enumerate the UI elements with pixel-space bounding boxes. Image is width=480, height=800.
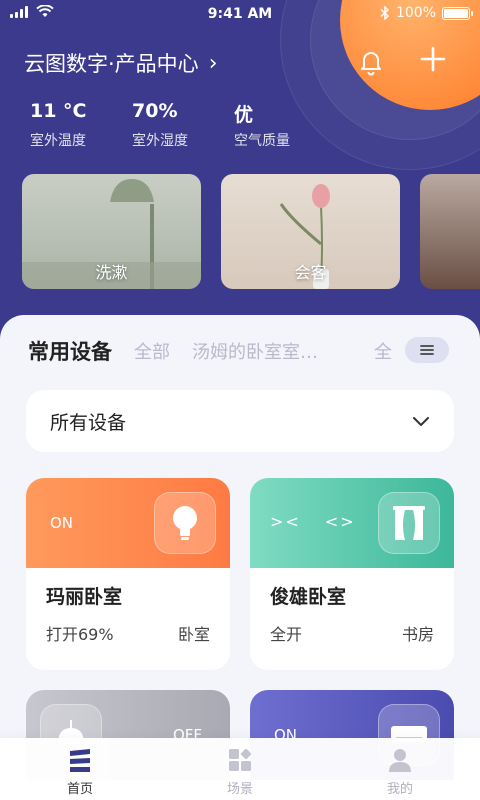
location-selector[interactable]: 云图数字·产品中心 › [24,48,218,78]
home-icon [70,749,90,772]
user-icon [389,749,411,772]
battery-icon [442,6,473,20]
bluetooth-icon [380,6,390,20]
bulb-icon [173,506,197,540]
tab-all-overflow[interactable]: 全 [374,338,392,364]
device-state: ON [50,514,74,532]
scene-carousel[interactable]: 洗漱 会客 [22,174,480,289]
device-filter-select[interactable]: 所有设备 [26,390,454,452]
chevron-right-icon: › [208,50,218,76]
nav-label: 场景 [226,782,253,797]
tabs-menu-button[interactable] [405,337,449,363]
nav-scenes[interactable]: 场景 [160,738,320,800]
weather-temperature: 11 °C 室外温度 [30,100,87,149]
scene-card-wash[interactable]: 洗漱 [22,174,201,289]
room-tabs: 常用设备 全部 汤姆的卧室室… 全 [28,336,452,366]
device-room: 书房 [401,625,434,644]
device-icon-box [378,492,440,554]
device-icon-box [154,492,216,554]
chevron-down-icon [413,417,429,426]
battery-percent: 100% [395,5,436,21]
curtain-icon [393,506,425,540]
scene-card-partial[interactable] [420,174,480,289]
weather-air-quality: 优 空气质量 [234,104,290,149]
menu-icon [420,345,434,355]
device-name: 俊雄卧室 [270,586,347,608]
nav-home[interactable]: 首页 [0,738,160,800]
scene-label: 洗漱 [95,263,128,282]
tab-all[interactable]: 全部 [134,338,170,364]
device-card[interactable]: >< <> 俊雄卧室 全开 书房 [250,478,454,670]
nav-label: 我的 [386,782,413,797]
plus-icon[interactable] [418,44,448,74]
weather-stats: 11 °C 室外温度 70% 室外湿度 优 空气质量 [30,100,336,150]
nav-label: 首页 [66,782,93,797]
scene-card-guest[interactable]: 会客 [221,174,400,289]
bottom-nav: 首页 场景 我的 [0,738,480,800]
device-status: 全开 [270,625,303,644]
weather-humidity: 70% 室外湿度 [132,100,188,149]
tab-common-devices[interactable]: 常用设备 [28,336,112,366]
device-card[interactable]: ON 玛丽卧室 打开69% 卧室 [26,478,230,670]
nav-profile[interactable]: 我的 [320,738,480,800]
device-status: 打开69% [46,625,114,644]
close-curtain-icon[interactable]: >< [270,512,301,531]
tab-tom-bedroom[interactable]: 汤姆的卧室室… [192,338,318,364]
bell-icon[interactable] [358,48,384,76]
device-room: 卧室 [177,625,210,644]
status-bar: 9:41 AM 100% [0,0,480,28]
device-name: 玛丽卧室 [46,586,123,608]
scene-grid-icon [229,748,252,771]
device-filter-value: 所有设备 [50,411,127,434]
open-curtain-icon[interactable]: <> [325,512,356,531]
scene-label: 会客 [294,263,327,282]
page-title: 云图数字·产品中心 [24,52,199,76]
curtain-controls: >< <> [270,512,356,531]
